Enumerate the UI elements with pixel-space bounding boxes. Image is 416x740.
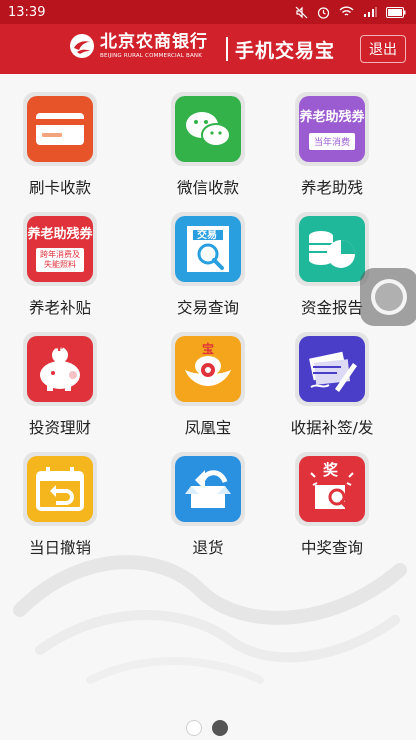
page-dot-2[interactable] [212,720,228,736]
app-header: 北京农商银行 BEIJING RURAL COMMERCIAL BANK 手机交… [0,24,416,74]
alarm-icon [317,6,330,19]
mute-icon [295,6,308,18]
wifi-icon [339,6,354,16]
tile-label: 微信收款 [176,179,239,197]
tile-card-payment[interactable]: 刷卡收款 [0,92,120,204]
tile-phoenix-treasure[interactable]: 宝 凤凰宝 [148,332,268,444]
status-time: 13:39 [8,4,46,20]
status-bar: 13:39 [0,0,416,24]
voucher-subsidy-icon: 养老助残券 跨年消费及失能照料 [27,216,93,282]
tile-wechat-payment[interactable]: 微信收款 [148,92,268,204]
tile-label: 刷卡收款 [28,179,91,197]
tile-investment[interactable]: ¥ 投资理财 [0,332,120,444]
wechat-icon [175,96,241,162]
header-divider [226,37,228,61]
assist-ring-icon [371,279,407,315]
battery-icon [386,6,406,18]
tile-label: 退货 [192,539,224,557]
tile-label: 养老补贴 [28,299,91,317]
tile-label: 养老助残 [300,179,363,197]
bank-name-cn: 北京农商银行 [100,32,208,52]
tile-label: 凤凰宝 [184,419,232,437]
transaction-search-icon: 交易 [175,216,241,282]
tile-same-day-void[interactable]: 当日撤销 [0,452,120,564]
page-indicator [186,720,228,736]
floating-assist-button[interactable] [360,268,416,326]
gold-ingot-icon: 宝 [175,336,241,402]
card-icon [27,96,93,162]
tile-receipt-resign[interactable]: 收据补签/发 [272,332,392,444]
background-swirl [13,555,407,684]
prize-search-icon: 奖 [299,456,365,522]
tile-refund[interactable]: 退货 [148,452,268,564]
bank-logo-icon [70,34,94,58]
tile-elderly-subsidy[interactable]: 养老助残券 跨年消费及失能照料 养老补贴 [0,212,120,324]
app-title: 手机交易宝 [235,40,336,62]
signal-icon [364,7,377,17]
return-box-icon [175,456,241,522]
calendar-undo-icon [27,456,93,522]
receipt-sign-icon [299,336,365,402]
tile-label: 中奖查询 [300,539,363,557]
tile-transaction-query[interactable]: 交易 交易查询 [148,212,268,324]
page-dot-1[interactable] [186,720,202,736]
tile-label: 交易查询 [176,299,239,317]
tile-elderly-aid[interactable]: 养老助残券 当年消费 养老助残 [272,92,392,204]
tile-label: 当日撤销 [28,539,91,557]
status-icons [295,6,406,19]
tile-label: 投资理财 [28,419,91,437]
piggy-bank-icon: ¥ [27,336,93,402]
bank-name-en: BEIJING RURAL COMMERCIAL BANK [100,53,203,59]
fund-report-icon [299,216,365,282]
tile-prize-query[interactable]: 奖 中奖查询 [272,452,392,564]
tile-label: 收据补签/发 [290,419,374,437]
bank-logo: 北京农商银行 BEIJING RURAL COMMERCIAL BANK [68,32,208,60]
logout-button[interactable]: 退出 [360,35,406,63]
voucher-icon: 养老助残券 当年消费 [299,96,365,162]
